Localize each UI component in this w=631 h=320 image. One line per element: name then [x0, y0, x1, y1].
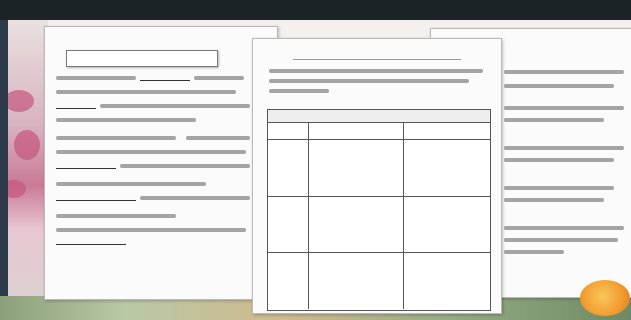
- table-divider: [268, 252, 490, 253]
- text-line: [120, 164, 250, 168]
- text-line: [56, 90, 236, 94]
- text-line: [56, 182, 206, 186]
- worksheet-left-name-box: [66, 50, 218, 67]
- text-line: [100, 104, 250, 108]
- text-line: [504, 186, 614, 190]
- text-line: [504, 226, 624, 230]
- text-line: [504, 70, 624, 74]
- title-rule: [293, 59, 461, 60]
- text-line: [140, 196, 250, 200]
- text-line: [269, 79, 469, 83]
- text-line: [504, 84, 614, 88]
- blank-line: [56, 168, 116, 169]
- table-column-header: [268, 123, 308, 140]
- worksheet-left-title: [108, 30, 194, 40]
- text-line: [504, 106, 624, 110]
- orange-sticker: [580, 280, 630, 316]
- text-line: [504, 250, 564, 254]
- left-edge-strip: [0, 20, 8, 320]
- text-line: [56, 76, 136, 80]
- text-line: [56, 228, 246, 232]
- table-caption: [268, 110, 490, 123]
- text-line: [504, 198, 604, 202]
- blank-line: [140, 80, 190, 81]
- blossom-shape: [4, 90, 34, 112]
- blank-line: [56, 244, 126, 245]
- table-divider: [403, 123, 404, 309]
- text-line: [269, 69, 483, 73]
- text-line: [194, 76, 244, 80]
- text-line: [56, 150, 246, 154]
- table-divider: [268, 139, 490, 140]
- table-column-header: [309, 123, 403, 140]
- worksheet-right-title: [512, 34, 572, 44]
- worksheet-center: [252, 38, 502, 314]
- table-column-header: [404, 123, 490, 140]
- text-line: [56, 118, 196, 122]
- text-line: [504, 158, 614, 162]
- table-divider: [308, 123, 309, 309]
- text-line: [504, 238, 618, 242]
- blossom-shape: [14, 130, 40, 160]
- text-line: [56, 136, 176, 140]
- top-banner: [0, 0, 631, 20]
- text-line: [56, 214, 176, 218]
- table-divider: [268, 196, 490, 197]
- blank-line: [56, 108, 96, 109]
- text-line: [504, 118, 604, 122]
- text-line: [269, 89, 329, 93]
- observation-table: [267, 109, 491, 311]
- blank-line: [56, 200, 136, 201]
- worksheet-left: [44, 26, 278, 300]
- text-line: [504, 146, 624, 150]
- text-line: [186, 136, 250, 140]
